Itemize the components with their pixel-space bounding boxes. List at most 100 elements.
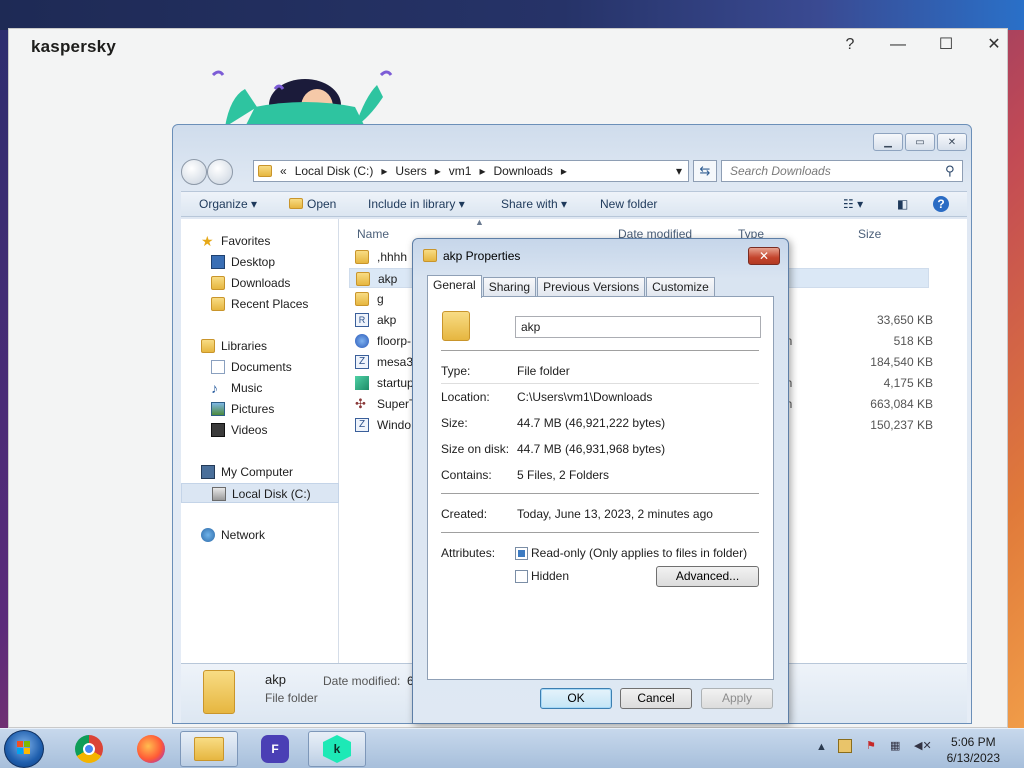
column-size[interactable]: Size xyxy=(858,227,881,241)
chevron-icon: ▸ xyxy=(560,164,567,178)
cancel-button[interactable]: Cancel xyxy=(620,688,692,709)
nav-music[interactable]: ♪ Music xyxy=(181,378,339,398)
separator xyxy=(441,493,759,494)
network-tray-icon[interactable]: ▦ xyxy=(890,739,900,752)
address-bar[interactable]: « Local Disk (C:) ▸ Users ▸ vm1 ▸ Downlo… xyxy=(253,160,689,182)
file-name: Windo xyxy=(377,418,412,432)
tab-previous-versions[interactable]: Previous Versions xyxy=(537,277,646,297)
file-name: mesa3 xyxy=(377,355,414,369)
desktop-icon xyxy=(211,255,225,269)
breadcrumb-item[interactable]: Local Disk (C:) xyxy=(295,164,374,178)
start-button[interactable] xyxy=(4,730,44,768)
folder-large-icon xyxy=(442,311,470,341)
nav-desktop[interactable]: Desktop xyxy=(181,252,339,272)
nav-downloads[interactable]: Downloads xyxy=(181,273,339,293)
minimize-button[interactable]: — xyxy=(883,33,913,57)
apply-button[interactable]: Apply xyxy=(701,688,773,709)
floorp-taskbar-button[interactable]: F xyxy=(246,731,304,767)
nav-libraries[interactable]: Libraries xyxy=(181,336,339,356)
navigation-bar: « Local Disk (C:) ▸ Users ▸ vm1 ▸ Downlo… xyxy=(181,159,967,185)
folder-name-field[interactable]: akp xyxy=(515,316,761,338)
folder-icon xyxy=(356,272,370,286)
close-button[interactable]: ✕ xyxy=(937,133,967,151)
action-center-icon[interactable] xyxy=(838,739,852,753)
kaspersky-icon: k xyxy=(323,735,351,763)
location-label: Location: xyxy=(441,390,490,404)
nav-pictures[interactable]: Pictures xyxy=(181,399,339,419)
close-button[interactable]: ✕ xyxy=(979,33,1009,57)
details-type: File folder xyxy=(265,691,318,705)
nav-local-disk[interactable]: Local Disk (C:) xyxy=(181,483,339,503)
help-icon[interactable]: ? xyxy=(933,196,949,212)
chevron-icon: ▸ xyxy=(434,164,441,178)
folder-icon xyxy=(258,165,272,177)
readonly-label[interactable]: Read-only (Only applies to files in fold… xyxy=(531,546,747,560)
floorp-icon: F xyxy=(261,735,289,763)
size-value: 44.7 MB (46,921,222 bytes) xyxy=(517,416,666,430)
window-controls: ▁ ▭ ✕ xyxy=(873,133,967,151)
folder-icon xyxy=(355,250,369,264)
explorer-taskbar-button[interactable] xyxy=(180,731,238,767)
advanced-button[interactable]: Advanced... xyxy=(656,566,759,587)
organize-label: Organize xyxy=(199,197,248,211)
new-folder-button[interactable]: New folder xyxy=(600,197,657,211)
nav-label: Music xyxy=(231,381,263,395)
hidden-label[interactable]: Hidden xyxy=(531,569,569,583)
close-button[interactable]: ✕ xyxy=(748,247,780,265)
readonly-checkbox[interactable] xyxy=(515,547,528,560)
include-label: Include in library xyxy=(368,197,456,211)
back-button[interactable] xyxy=(181,159,207,185)
chevron-icon: ▸ xyxy=(479,164,486,178)
contains-label: Contains: xyxy=(441,468,492,482)
tab-general[interactable]: General xyxy=(427,275,482,298)
breadcrumb-item[interactable]: Users xyxy=(395,164,426,178)
view-options-icon[interactable]: ☷ ▾ xyxy=(843,197,863,211)
file-name: akp xyxy=(378,272,398,286)
share-with-button[interactable]: Share with ▾ xyxy=(501,197,567,211)
network-icon xyxy=(201,528,215,542)
clock[interactable]: 5:06 PM 6/13/2023 xyxy=(947,734,1000,766)
help-button[interactable]: ? xyxy=(835,33,865,57)
nav-videos[interactable]: Videos xyxy=(181,420,339,440)
folder-icon xyxy=(355,292,369,306)
forward-button[interactable] xyxy=(207,159,233,185)
breadcrumb-item[interactable]: vm1 xyxy=(449,164,472,178)
nav-favorites[interactable]: ★ Favorites xyxy=(181,231,339,251)
preview-pane-icon[interactable]: ◧ xyxy=(897,197,908,211)
show-hidden-icons[interactable]: ▲ xyxy=(816,741,827,753)
volume-icon[interactable]: ◀✕ xyxy=(914,739,932,752)
file-name: ,hhhh xyxy=(377,250,408,264)
contains-value: 5 Files, 2 Folders xyxy=(517,468,610,482)
nav-documents[interactable]: Documents xyxy=(181,357,339,377)
nav-recent-places[interactable]: Recent Places xyxy=(181,294,339,314)
nav-label: Recent Places xyxy=(231,297,309,311)
dropdown-icon[interactable]: ▾ xyxy=(676,164,682,178)
open-button[interactable]: Open xyxy=(289,197,336,211)
sort-arrow-icon: ▲ xyxy=(475,217,484,227)
kaspersky-logo: kaspersky xyxy=(31,37,116,56)
nav-my-computer[interactable]: My Computer xyxy=(181,462,339,482)
nav-network[interactable]: Network xyxy=(181,525,339,545)
size-label: Size: xyxy=(441,416,468,430)
hidden-checkbox[interactable] xyxy=(515,570,528,583)
breadcrumb-item[interactable]: Downloads xyxy=(493,164,552,178)
kaspersky-taskbar-button[interactable]: k xyxy=(308,731,366,767)
search-input[interactable]: Search Downloads xyxy=(721,160,963,182)
minimize-button[interactable]: ▁ xyxy=(873,133,903,151)
refresh-button[interactable]: ⇆ xyxy=(693,160,717,182)
ok-button[interactable]: OK xyxy=(540,688,612,709)
tab-customize[interactable]: Customize xyxy=(646,277,715,297)
separator xyxy=(441,383,759,384)
organize-button[interactable]: Organize ▾ xyxy=(199,197,257,211)
maximize-button[interactable]: ☐ xyxy=(931,33,961,57)
celebration-illustration xyxy=(211,70,393,127)
security-icon[interactable]: ⚑ xyxy=(866,739,876,752)
maximize-button[interactable]: ▭ xyxy=(905,133,935,151)
firefox-taskbar-button[interactable] xyxy=(122,731,180,767)
include-in-library-button[interactable]: Include in library ▾ xyxy=(368,197,465,211)
chrome-taskbar-button[interactable] xyxy=(60,731,118,767)
nav-label: Desktop xyxy=(231,255,276,269)
column-name[interactable]: Name xyxy=(357,227,389,241)
tab-sharing[interactable]: Sharing xyxy=(482,277,537,297)
windows-logo-icon xyxy=(17,741,30,754)
